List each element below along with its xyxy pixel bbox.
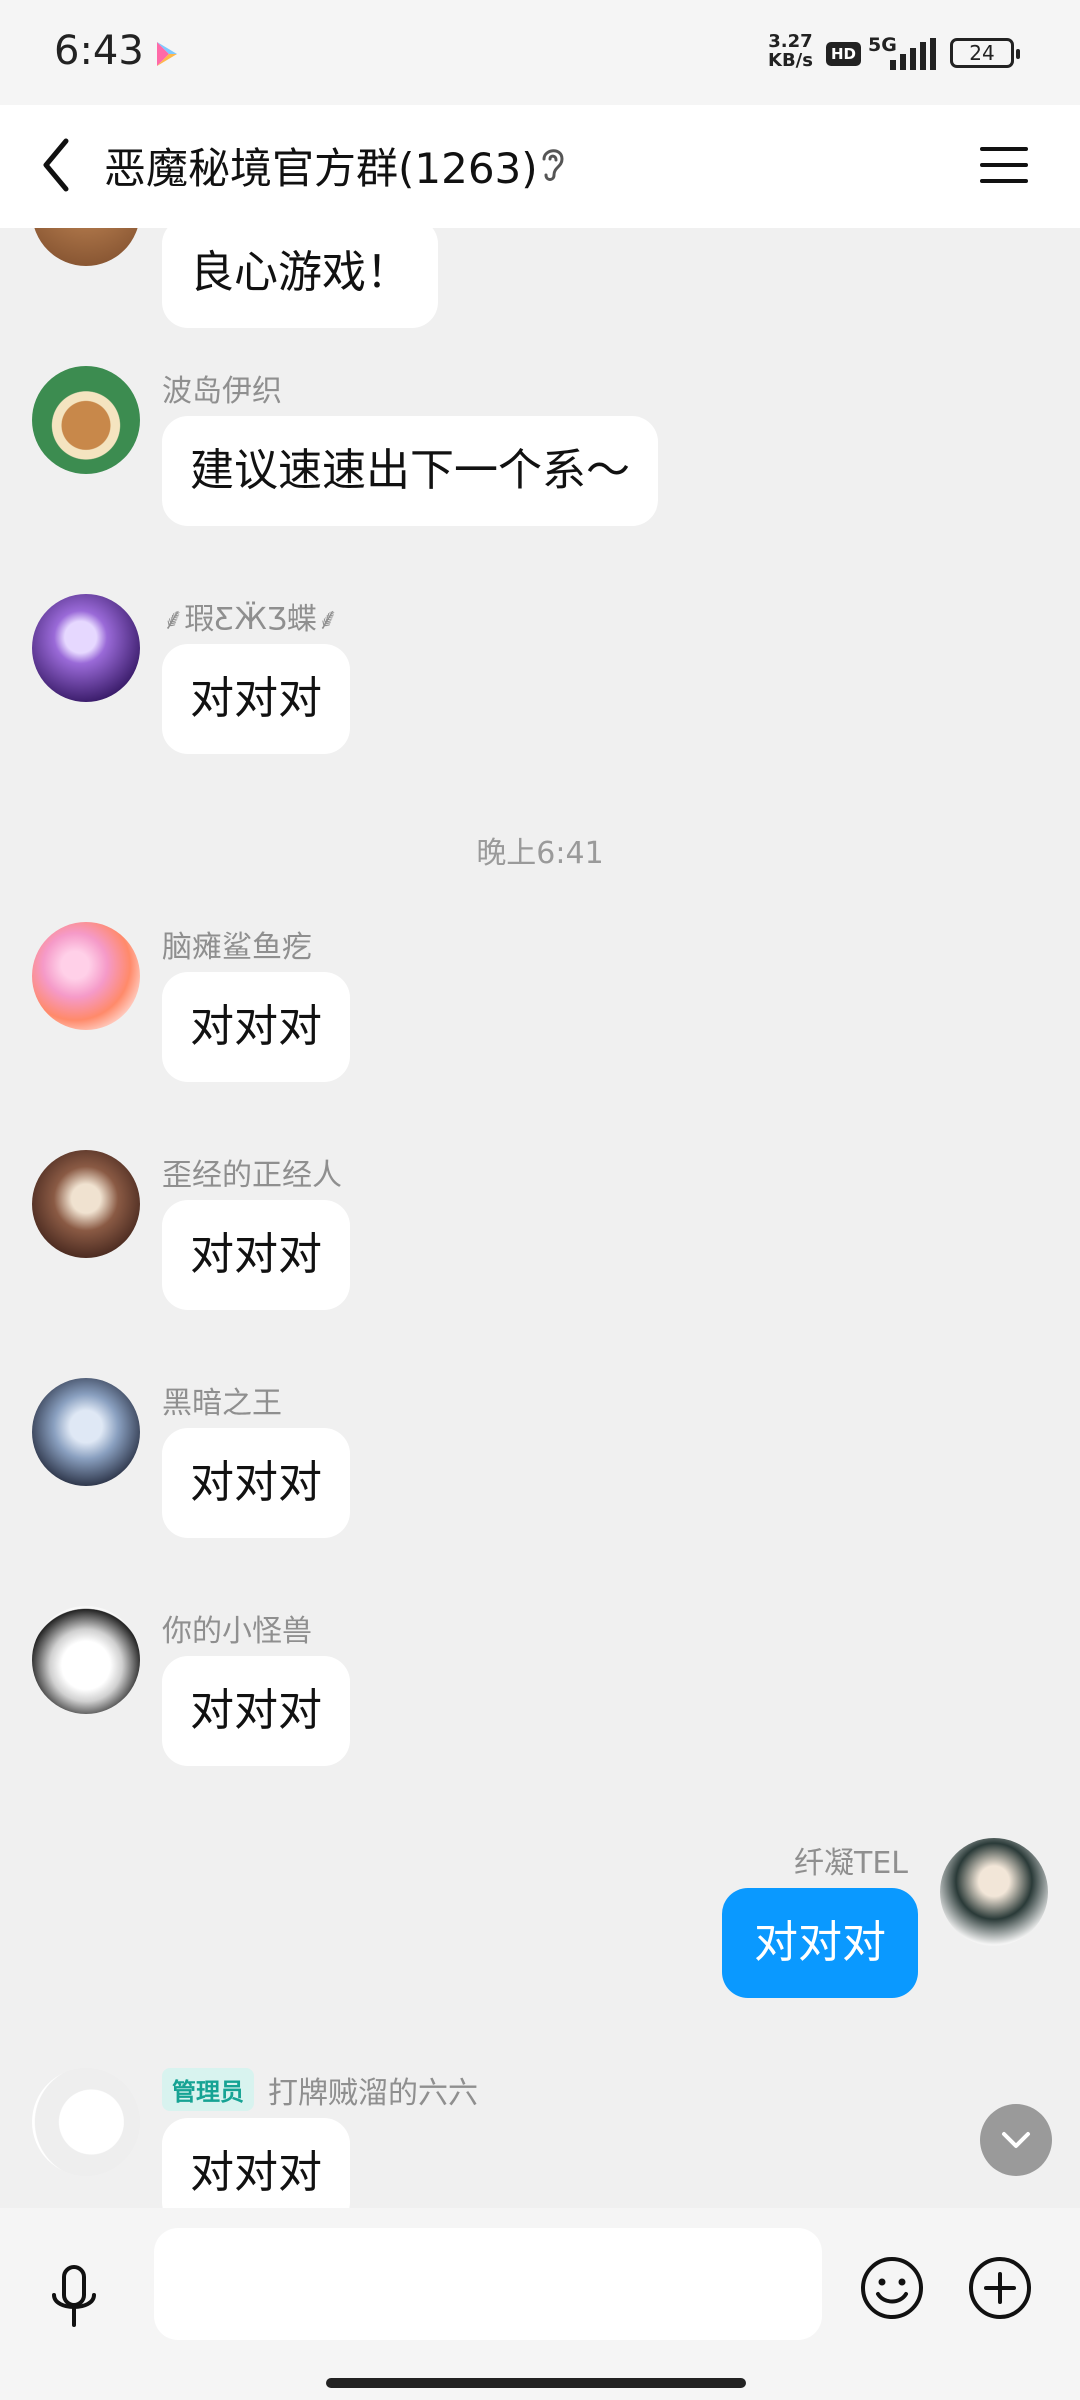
- home-indicator[interactable]: [326, 2378, 746, 2388]
- message-bubble[interactable]: 良心游戏！: [162, 228, 438, 328]
- chat-header: 恶魔秘境官方群(1263): [0, 105, 1080, 228]
- avatar[interactable]: [32, 228, 140, 266]
- hd-badge: HD: [826, 42, 862, 66]
- self-avatar[interactable]: [940, 1838, 1048, 1946]
- plus-icon[interactable]: [966, 2254, 1034, 2322]
- sender-name[interactable]: 你的小怪兽: [162, 1606, 312, 1650]
- sender-name[interactable]: ⸙瑕ƸӜƷ蝶⸙: [162, 594, 339, 638]
- status-time: 6:43: [54, 28, 144, 74]
- self-message-bubble[interactable]: 对对对: [722, 1888, 918, 1998]
- sender-name[interactable]: 歪经的正经人: [162, 1150, 342, 1194]
- avatar[interactable]: [32, 1606, 140, 1714]
- avatar[interactable]: [32, 1378, 140, 1486]
- self-sender-name[interactable]: 纤凝TEL: [794, 1838, 908, 1882]
- message-bubble[interactable]: 对对对: [162, 1200, 350, 1310]
- message-bubble[interactable]: 对对对: [162, 1428, 350, 1538]
- sender-name[interactable]: 脑瘫鲨鱼疙: [162, 922, 312, 966]
- status-bar: 6:43 3.27 KB/s HD 5G 24: [0, 0, 1080, 105]
- ear-icon[interactable]: [538, 143, 568, 183]
- signal-icon: [890, 38, 936, 70]
- emoji-icon[interactable]: [858, 2254, 926, 2322]
- battery-indicator: 24: [950, 38, 1020, 68]
- message-bubble[interactable]: 对对对: [162, 644, 350, 754]
- message-input[interactable]: [154, 2228, 822, 2340]
- message-bubble[interactable]: 对对对: [162, 972, 350, 1082]
- menu-icon[interactable]: [976, 141, 1032, 189]
- sender-name[interactable]: 黑暗之王: [162, 1378, 282, 1422]
- page-title: 恶魔秘境官方群(1263): [104, 144, 538, 193]
- sender-name[interactable]: 波岛伊织: [162, 366, 282, 410]
- sender-name[interactable]: 打牌贼溜的六六: [268, 2068, 478, 2112]
- time-separator: 晚上6:41: [476, 836, 604, 871]
- admin-badge: 管理员: [162, 2068, 254, 2111]
- play-store-icon: [157, 42, 177, 66]
- message-bubble[interactable]: 对对对: [162, 1656, 350, 1766]
- message-bubble[interactable]: 对对对: [162, 2118, 350, 2208]
- input-bar: [0, 2208, 1080, 2400]
- chat-message-list[interactable]: 良心游戏！ 波岛伊织 建议速速出下一个系～ ⸙瑕ƸӜƷ蝶⸙ 对对对 晚上6:41…: [0, 228, 1080, 2208]
- back-icon[interactable]: [32, 135, 82, 195]
- chevron-down-icon: [1002, 2132, 1030, 2148]
- message-bubble[interactable]: 建议速速出下一个系～: [162, 416, 658, 526]
- avatar[interactable]: [32, 2068, 140, 2176]
- network-speed: 3.27 KB/s: [768, 31, 813, 71]
- avatar[interactable]: [32, 1150, 140, 1258]
- scroll-to-bottom-button[interactable]: [980, 2104, 1052, 2176]
- avatar[interactable]: [32, 594, 140, 702]
- avatar[interactable]: [32, 922, 140, 1030]
- mic-icon[interactable]: [46, 2263, 102, 2335]
- avatar[interactable]: [32, 366, 140, 474]
